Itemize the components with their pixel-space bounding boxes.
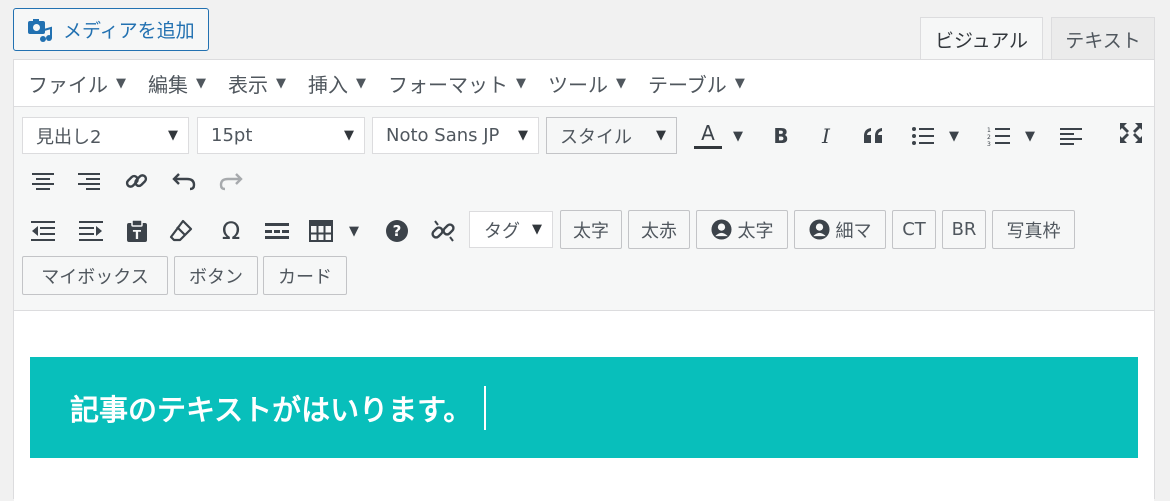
caret-down-icon: ▼ <box>734 75 745 91</box>
horizontal-line-icon[interactable] <box>260 213 294 249</box>
quicktag-ct[interactable]: CT <box>892 210 936 249</box>
align-left-icon[interactable] <box>1054 118 1088 154</box>
menu-insert[interactable]: 挿入 ▼ <box>308 69 366 98</box>
table-caret-icon[interactable]: ▼ <box>344 213 364 249</box>
caret-down-icon: ▼ <box>356 75 366 91</box>
menu-format[interactable]: フォーマット ▼ <box>388 69 526 98</box>
tag-select-value: タグ <box>484 220 520 242</box>
font-size-select[interactable]: 15pt ▼ <box>197 117 365 154</box>
menu-file[interactable]: ファイル ▼ <box>28 69 126 98</box>
add-media-button[interactable]: メディアを追加 <box>13 8 209 51</box>
tag-select[interactable]: タグ ▼ <box>469 211 553 248</box>
quicktag-user-thin[interactable]: 細マ <box>794 210 886 249</box>
menu-table[interactable]: テーブル ▼ <box>648 69 745 98</box>
bold-button[interactable]: B <box>766 118 796 154</box>
menu-tools-label: ツール <box>548 72 608 97</box>
user-circle-icon <box>710 219 732 240</box>
menu-insert-label: 挿入 <box>308 72 348 97</box>
link-icon[interactable] <box>120 163 154 199</box>
clear-formatting-icon[interactable] <box>164 213 198 249</box>
editor-toolbar: 見出し2 ▼ 15pt ▼ Noto Sans JP ▼ スタイル ▼ A ▼ B I … <box>14 107 1154 311</box>
bullet-list-caret-icon[interactable]: ▼ <box>944 118 964 154</box>
unlink-icon[interactable] <box>426 213 460 249</box>
menu-view[interactable]: 表示 ▼ <box>228 69 286 98</box>
editor-menubar: ファイル ▼ 編集 ▼ 表示 ▼ 挿入 ▼ フォーマット ▼ ツール ▼ テーブル ▼ <box>14 60 1154 107</box>
quicktag-br[interactable]: BR <box>942 210 986 249</box>
indent-icon[interactable] <box>74 213 108 249</box>
block-format-select[interactable]: 見出し2 ▼ <box>22 117 189 154</box>
tab-visual[interactable]: ビジュアル <box>920 17 1043 60</box>
fullscreen-icon[interactable] <box>1114 115 1148 151</box>
caret-down-icon: ▼ <box>516 75 526 91</box>
camera-music-icon <box>27 17 53 43</box>
align-right-icon[interactable] <box>72 163 106 199</box>
svg-text:1: 1 <box>987 127 991 134</box>
caret-down-icon: ▼ <box>518 128 528 143</box>
align-center-icon[interactable] <box>26 163 60 199</box>
caret-down-icon: ▼ <box>532 222 542 237</box>
table-icon[interactable] <box>304 213 338 249</box>
paste-as-text-icon[interactable]: T <box>120 213 154 249</box>
user-circle-icon <box>808 219 830 240</box>
quicktag-user-thin-label: 細マ <box>835 220 872 242</box>
quicktag-button[interactable]: ボタン <box>174 256 258 295</box>
quicktag-bold-red[interactable]: 太赤 <box>628 210 690 249</box>
caret-down-icon: ▼ <box>196 75 206 91</box>
text-color-caret-icon[interactable]: ▼ <box>728 118 748 154</box>
caret-down-icon: ▼ <box>616 75 626 91</box>
text-color-letter: A <box>701 121 715 145</box>
svg-text:2: 2 <box>987 134 991 141</box>
menu-edit-label: 編集 <box>148 72 188 97</box>
font-size-value: 15pt <box>211 125 253 146</box>
special-character-icon[interactable]: Ω <box>214 213 248 249</box>
heading-text: 記事のテキストがはいります。 <box>70 392 473 427</box>
block-format-value: 見出し2 <box>36 126 102 148</box>
help-icon[interactable]: ? <box>380 213 414 249</box>
menu-file-label: ファイル <box>28 72 108 97</box>
svg-text:3: 3 <box>987 141 991 146</box>
text-cursor <box>484 385 487 430</box>
quicktag-photo-frame[interactable]: 写真枠 <box>992 210 1075 249</box>
numbered-list-caret-icon[interactable]: ▼ <box>1020 118 1040 154</box>
undo-icon[interactable] <box>167 163 201 199</box>
style-label: スタイル <box>560 126 632 148</box>
italic-button[interactable]: I <box>811 118 841 154</box>
blockquote-icon[interactable] <box>857 118 891 154</box>
redo-icon[interactable] <box>214 163 248 199</box>
menu-view-label: 表示 <box>228 72 268 97</box>
bullet-list-icon[interactable] <box>906 118 940 154</box>
svg-text:T: T <box>133 228 142 242</box>
text-color-swatch <box>694 146 722 149</box>
text-color-button[interactable]: A <box>688 118 728 154</box>
quicktag-bold[interactable]: 太字 <box>560 210 622 249</box>
editor-content[interactable]: 記事のテキストがはいります。 <box>14 311 1154 501</box>
svg-text:?: ? <box>393 222 402 240</box>
font-family-select[interactable]: Noto Sans JP ▼ <box>372 117 539 154</box>
caret-down-icon: ▼ <box>116 75 126 91</box>
menu-tools[interactable]: ツール ▼ <box>548 69 626 98</box>
menu-format-label: フォーマット <box>388 72 508 97</box>
quicktag-card[interactable]: カード <box>263 256 347 295</box>
caret-down-icon: ▼ <box>276 75 286 91</box>
quicktag-user-bold[interactable]: 太字 <box>696 210 788 249</box>
numbered-list-icon[interactable]: 123 <box>982 118 1016 154</box>
menu-table-label: テーブル <box>648 72 727 97</box>
add-media-label: メディアを追加 <box>63 20 195 42</box>
outdent-icon[interactable] <box>26 213 60 249</box>
caret-down-icon: ▼ <box>168 128 178 143</box>
quicktag-my-box[interactable]: マイボックス <box>22 256 168 295</box>
caret-down-icon: ▼ <box>344 128 354 143</box>
font-family-value: Noto Sans JP <box>386 125 500 146</box>
heading-block[interactable]: 記事のテキストがはいります。 <box>30 357 1138 458</box>
menu-edit[interactable]: 編集 ▼ <box>148 69 206 98</box>
quicktag-user-bold-label: 太字 <box>737 220 774 242</box>
caret-down-icon: ▼ <box>656 128 666 143</box>
style-button[interactable]: スタイル ▼ <box>546 117 677 154</box>
editor: ファイル ▼ 編集 ▼ 表示 ▼ 挿入 ▼ フォーマット ▼ ツール ▼ テーブル ▼ 見出し… <box>13 59 1155 501</box>
tab-text[interactable]: テキスト <box>1051 17 1155 60</box>
